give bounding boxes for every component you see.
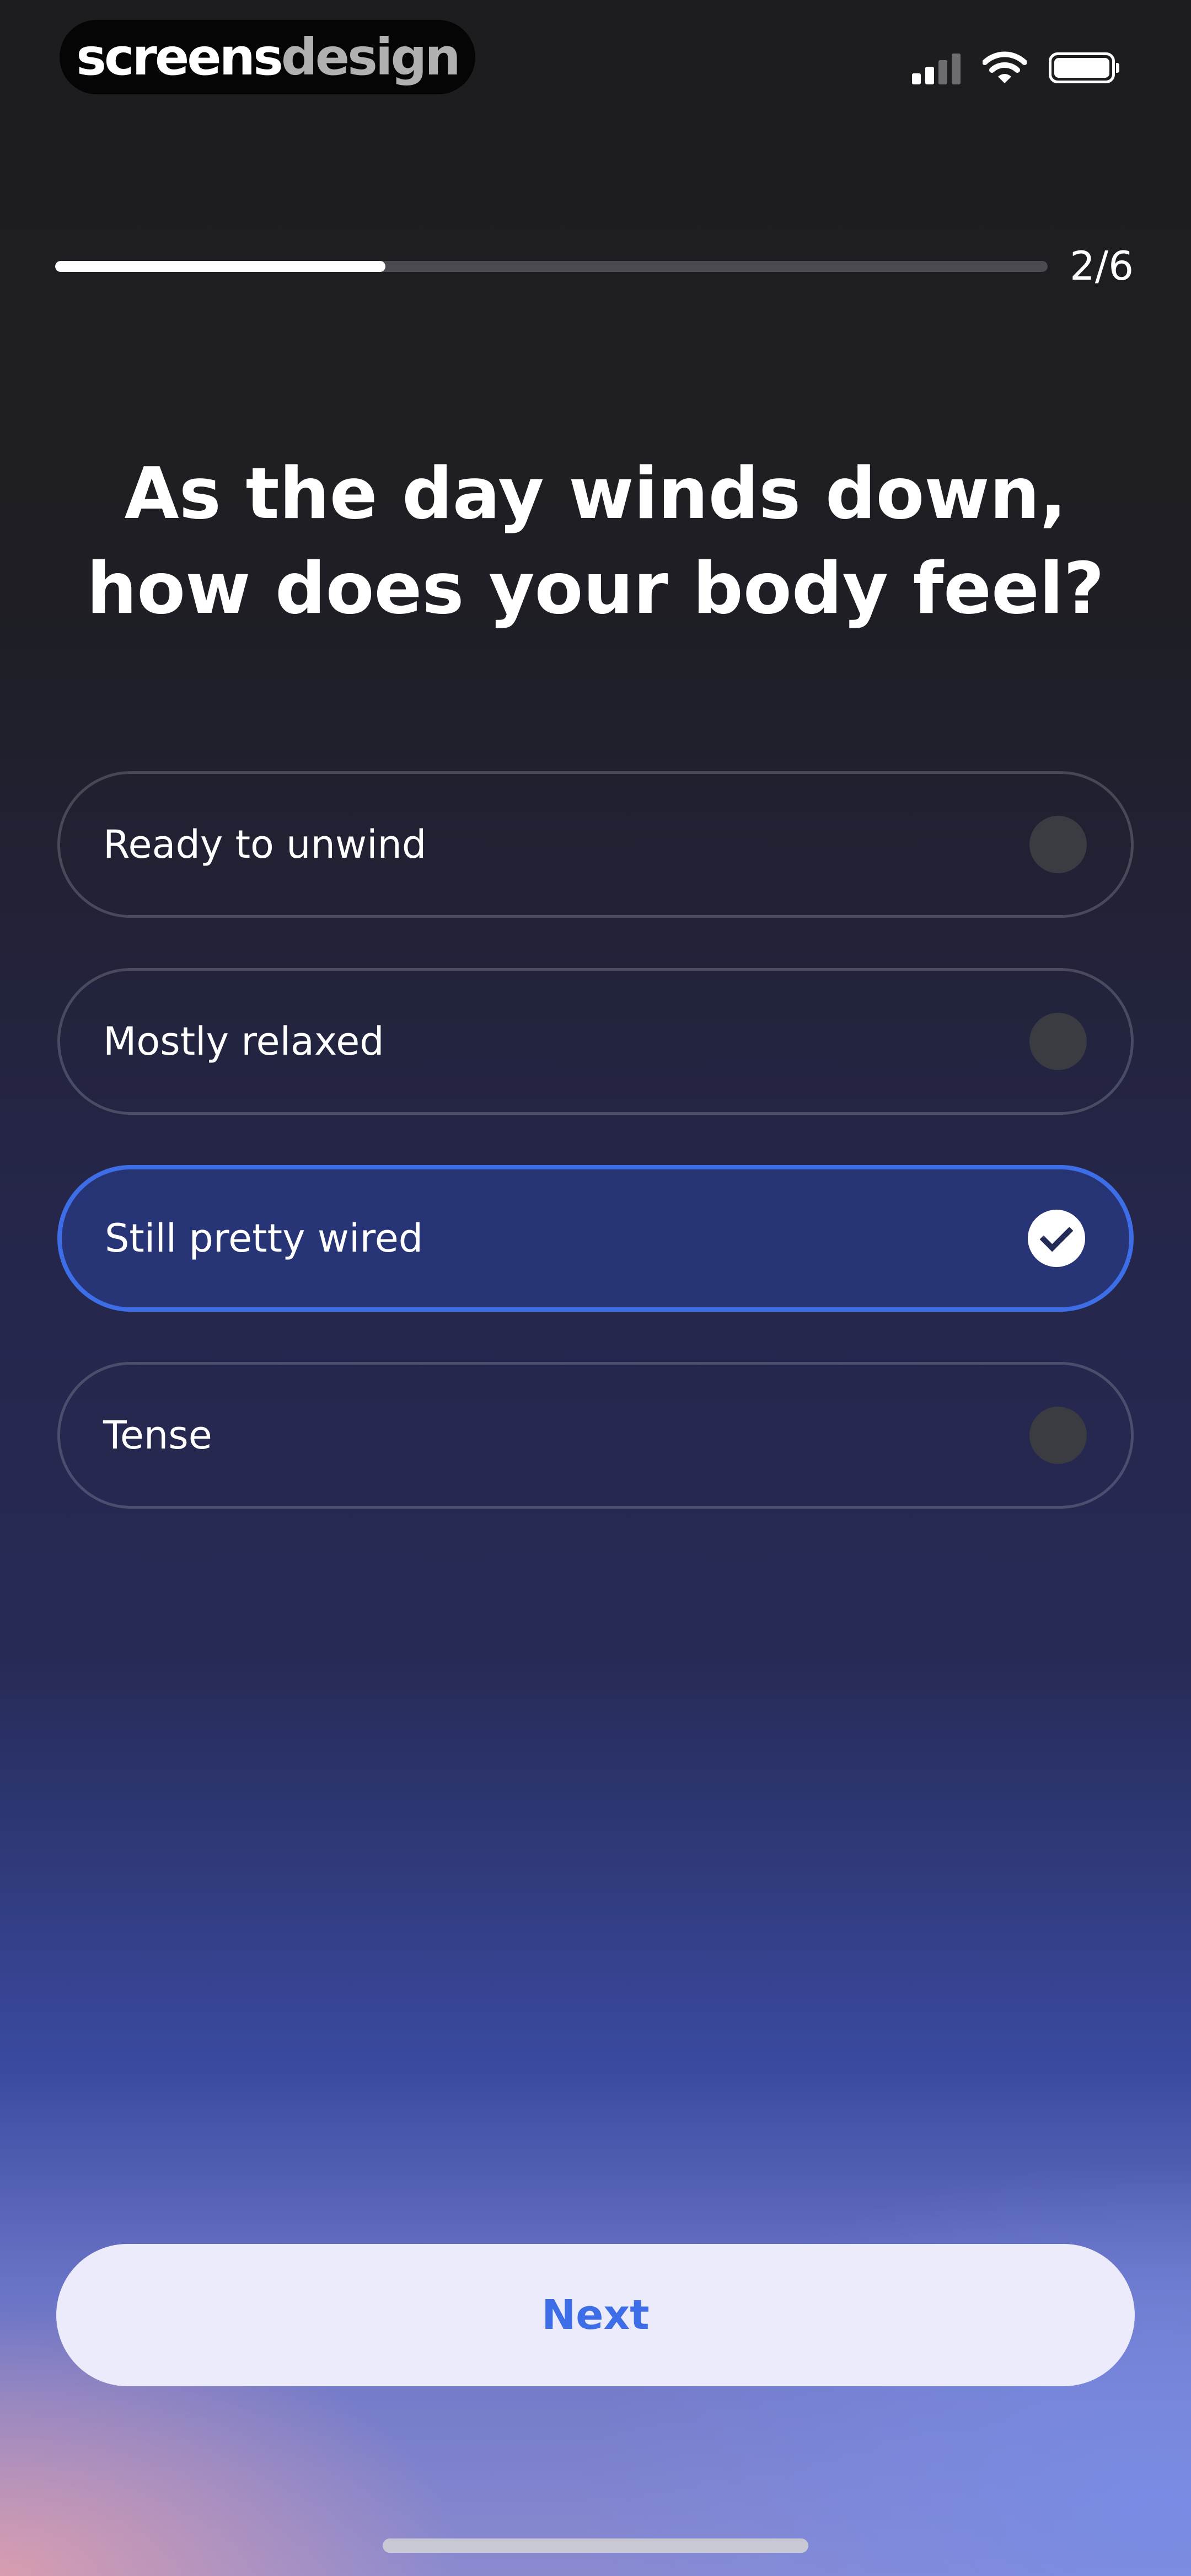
option-tense[interactable]: Tense — [57, 1362, 1134, 1509]
watermark-light: design — [281, 28, 461, 87]
radio-icon — [1029, 1013, 1087, 1070]
option-label: Ready to unwind — [103, 822, 427, 867]
watermark-bold: screens — [76, 28, 283, 87]
wifi-icon — [983, 51, 1027, 83]
screensdesign-watermark: screens design — [60, 20, 475, 94]
battery-icon — [1049, 52, 1119, 83]
progress-step-label: 2/6 — [1070, 243, 1134, 289]
options-list: Ready to unwind Mostly relaxed Still pre… — [57, 771, 1134, 1559]
question-title: As the day winds down, how does your bod… — [87, 453, 1104, 630]
radio-icon — [1029, 1407, 1087, 1464]
option-ready-to-unwind[interactable]: Ready to unwind — [57, 771, 1134, 918]
option-label: Still pretty wired — [105, 1216, 423, 1261]
status-bar — [912, 49, 1119, 87]
next-button[interactable]: Next — [56, 2244, 1135, 2386]
option-label: Tense — [103, 1413, 212, 1458]
radio-icon — [1029, 816, 1087, 873]
progress-fill — [55, 261, 386, 272]
home-indicator[interactable] — [383, 2538, 808, 2553]
progress-bar — [55, 261, 1048, 272]
checkmark-icon — [1028, 1210, 1085, 1267]
check-glyph — [1039, 1218, 1074, 1252]
option-label: Mostly relaxed — [103, 1019, 384, 1064]
option-still-pretty-wired[interactable]: Still pretty wired — [57, 1165, 1134, 1312]
signal-icon — [912, 51, 961, 84]
option-mostly-relaxed[interactable]: Mostly relaxed — [57, 968, 1134, 1115]
